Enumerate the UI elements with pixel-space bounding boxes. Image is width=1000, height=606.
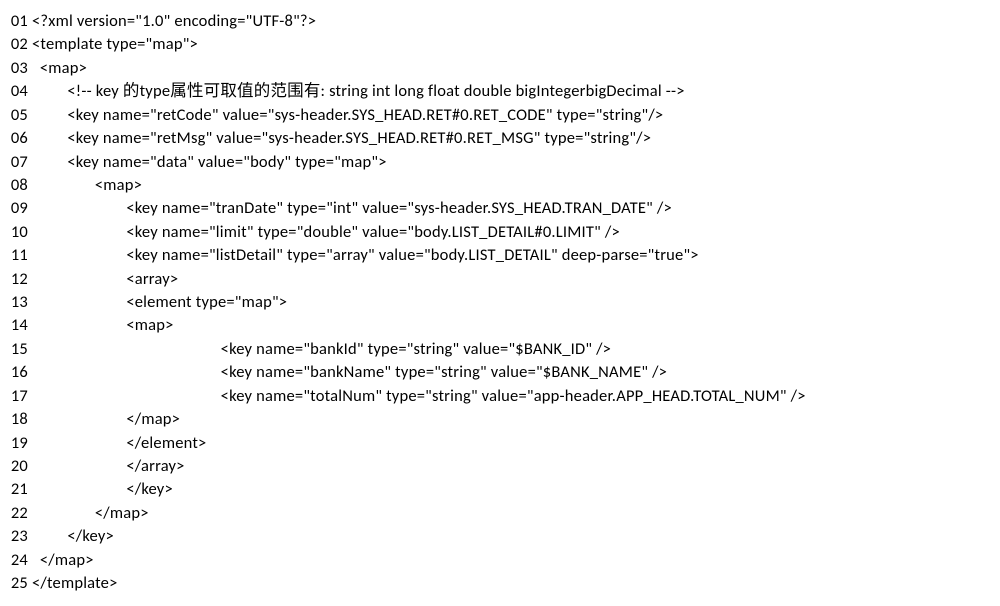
code-line: 02<template type="map"> (4, 33, 990, 56)
code-text: <key name="listDetail" type="array" valu… (32, 244, 990, 267)
line-number: 22 (4, 502, 32, 525)
line-number: 23 (4, 525, 32, 548)
code-text: <key name="bankName" type="string" value… (32, 361, 990, 384)
code-line: 17 <key name="totalNum" type="string" va… (4, 385, 990, 408)
code-text: <map> (32, 57, 990, 80)
line-number: 17 (4, 385, 32, 408)
line-number: 25 (4, 572, 32, 595)
code-text: <map> (32, 174, 990, 197)
line-number: 14 (4, 314, 32, 337)
line-number: 24 (4, 549, 32, 572)
code-text: </template> (32, 572, 990, 595)
line-number: 20 (4, 455, 32, 478)
code-text: </element> (32, 432, 990, 455)
code-line: 10 <key name="limit" type="double" value… (4, 221, 990, 244)
code-text: <array> (32, 268, 990, 291)
code-line: 21 </key> (4, 478, 990, 501)
line-number: 09 (4, 197, 32, 220)
code-line: 03 <map> (4, 57, 990, 80)
code-line: 25</template> (4, 572, 990, 595)
code-line: 04 <!-- key 的type属性可取值的范围有: string int l… (4, 80, 990, 103)
code-line: 15 <key name="bankId" type="string" valu… (4, 338, 990, 361)
code-text: <?xml version="1.0" encoding="UTF-8"?> (32, 10, 990, 33)
code-line: 09 <key name="tranDate" type="int" value… (4, 197, 990, 220)
code-text: <key name="bankId" type="string" value="… (32, 338, 990, 361)
code-line: 18 </map> (4, 408, 990, 431)
line-number: 04 (4, 80, 32, 103)
line-number: 16 (4, 361, 32, 384)
code-line: 01<?xml version="1.0" encoding="UTF-8"?> (4, 10, 990, 33)
code-line: 19 </element> (4, 432, 990, 455)
code-text: <key name="totalNum" type="string" value… (32, 385, 990, 408)
line-number: 13 (4, 291, 32, 314)
line-number: 07 (4, 151, 32, 174)
line-number: 19 (4, 432, 32, 455)
code-text: </key> (32, 525, 990, 548)
code-text: <key name="tranDate" type="int" value="s… (32, 197, 990, 220)
code-line: 07 <key name="data" value="body" type="m… (4, 151, 990, 174)
code-line: 16 <key name="bankName" type="string" va… (4, 361, 990, 384)
code-line: 11 <key name="listDetail" type="array" v… (4, 244, 990, 267)
code-text: <key name="retMsg" value="sys-header.SYS… (32, 127, 990, 150)
code-text: <template type="map"> (32, 33, 990, 56)
line-number: 03 (4, 57, 32, 80)
line-number: 10 (4, 221, 32, 244)
code-text: <key name="retCode" value="sys-header.SY… (32, 104, 990, 127)
xml-code-block: 01<?xml version="1.0" encoding="UTF-8"?>… (0, 0, 1000, 606)
code-text: <element type="map"> (32, 291, 990, 314)
line-number: 08 (4, 174, 32, 197)
line-number: 11 (4, 244, 32, 267)
code-line: 05 <key name="retCode" value="sys-header… (4, 104, 990, 127)
line-number: 06 (4, 127, 32, 150)
line-number: 05 (4, 104, 32, 127)
code-line: 14 <map> (4, 314, 990, 337)
code-line: 06 <key name="retMsg" value="sys-header.… (4, 127, 990, 150)
code-line: 22 </map> (4, 502, 990, 525)
code-text: </map> (32, 549, 990, 572)
line-number: 18 (4, 408, 32, 431)
code-line: 20 </array> (4, 455, 990, 478)
code-line: 23 </key> (4, 525, 990, 548)
line-number: 15 (4, 338, 32, 361)
code-text: <key name="limit" type="double" value="b… (32, 221, 990, 244)
code-text: </array> (32, 455, 990, 478)
code-line: 08 <map> (4, 174, 990, 197)
code-text: <map> (32, 314, 990, 337)
code-text: <key name="data" value="body" type="map"… (32, 151, 990, 174)
line-number: 01 (4, 10, 32, 33)
code-line: 24 </map> (4, 549, 990, 572)
code-text: </map> (32, 502, 990, 525)
line-number: 12 (4, 268, 32, 291)
line-number: 02 (4, 33, 32, 56)
code-line: 13 <element type="map"> (4, 291, 990, 314)
code-line: 12 <array> (4, 268, 990, 291)
line-number: 21 (4, 478, 32, 501)
code-text: </map> (32, 408, 990, 431)
code-text: <!-- key 的type属性可取值的范围有: string int long… (32, 80, 990, 103)
code-text: </key> (32, 478, 990, 501)
